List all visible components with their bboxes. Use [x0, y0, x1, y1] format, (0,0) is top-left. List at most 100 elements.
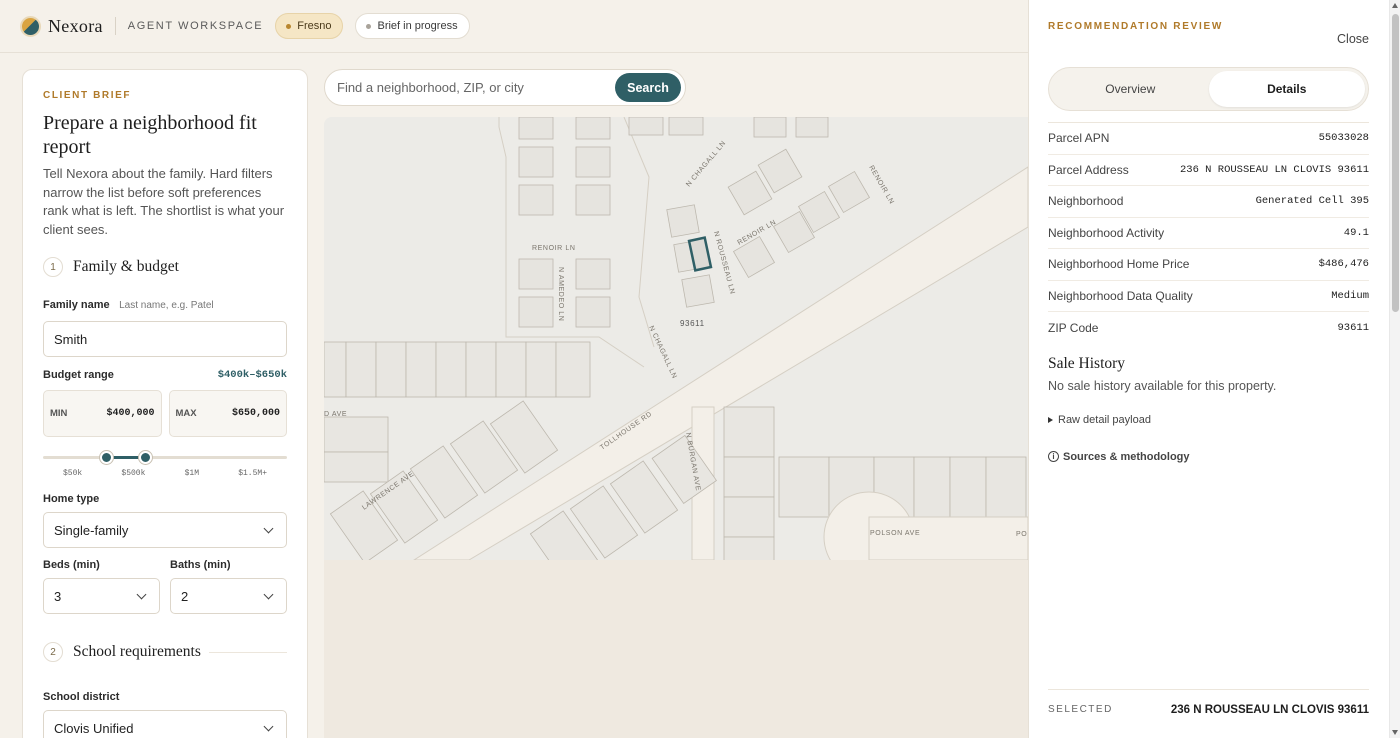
brief-description: Tell Nexora about the family. Hard filte… — [43, 166, 285, 237]
detail-row: ZIP Code 93611 — [1048, 312, 1369, 344]
budget-max-label: MAX — [175, 408, 197, 419]
status-dot-icon — [366, 23, 372, 29]
status-pill-label: Brief in progress — [377, 20, 458, 32]
section-title: School requirements — [73, 643, 201, 660]
page-scrollbar[interactable] — [1389, 0, 1400, 738]
section-title: Family & budget — [73, 258, 179, 275]
workspace-label: AGENT WORKSPACE — [127, 20, 264, 32]
home-type-select[interactable]: Single-family — [43, 512, 287, 548]
details-list: Parcel APN 55033028 Parcel Address 236 N R… — [1048, 122, 1369, 344]
city-dot-icon — [286, 23, 292, 29]
map-street-label: POLSON AVE — [870, 530, 920, 537]
budget-min-field[interactable]: MIN $400,000 — [43, 390, 162, 437]
map-canvas[interactable]: RENOIR LN N AMEDEO LN N ROUSSEAU LN RENO… — [324, 117, 1028, 560]
detail-value: 49.1 — [1343, 226, 1369, 239]
home-type-value: Single-family — [54, 522, 129, 538]
detail-value: Medium — [1331, 289, 1369, 302]
recommendation-review-drawer: RECOMMENDATION REVIEW Close Overview Det… — [1028, 0, 1389, 738]
detail-key: ZIP Code — [1048, 320, 1099, 335]
family-name-label-row: Family name Last name, e.g. Patel — [43, 295, 287, 313]
detail-row: Neighborhood Home Price $486,476 — [1048, 249, 1369, 281]
detail-key: Parcel Address — [1048, 162, 1129, 177]
beds-label: Beds (min) — [43, 559, 100, 571]
beds-value: 3 — [54, 588, 62, 604]
detail-key: Neighborhood Data Quality — [1048, 288, 1193, 303]
detail-value: $486,476 — [1318, 258, 1369, 271]
scrollbar-thumb[interactable] — [1392, 14, 1399, 312]
search-input[interactable]: Find a neighborhood, ZIP, or city — [337, 80, 615, 95]
sale-history-text: No sale history available for this prope… — [1048, 378, 1277, 393]
map-street-label: RENOIR LN — [532, 245, 576, 252]
detail-value: 93611 — [1337, 321, 1369, 334]
budget-minmax: MIN $400,000 MAX $650,000 — [43, 390, 287, 437]
home-type-label: Home type — [43, 493, 100, 505]
sources-link[interactable]: i Sources & methodology — [1048, 451, 1369, 463]
info-icon: i — [1048, 451, 1059, 462]
close-button[interactable]: Close — [1337, 32, 1369, 46]
status-pill: Brief in progress — [355, 13, 470, 39]
scroll-down-icon[interactable] — [1392, 730, 1398, 735]
chevron-down-icon — [136, 589, 147, 599]
drawer-eyebrow: RECOMMENDATION REVIEW — [1048, 21, 1223, 32]
step-number: 2 — [43, 642, 63, 662]
selected-value: 236 N ROUSSEAU LN CLOVIS 93611 — [1170, 703, 1369, 716]
map-street-label: D AVE — [324, 411, 347, 418]
scroll-up-icon[interactable] — [1392, 3, 1398, 8]
search-button[interactable]: Search — [615, 73, 681, 102]
baths-select[interactable]: 2 — [170, 578, 287, 614]
budget-max-field[interactable]: MAX $650,000 — [168, 390, 287, 437]
chevron-down-icon — [263, 721, 274, 731]
brand-name: Nexora — [48, 15, 103, 36]
school-district-select[interactable]: Clovis Unified — [43, 710, 287, 738]
school-district-label: School district — [43, 691, 120, 703]
tab-details[interactable]: Details — [1208, 71, 1365, 107]
detail-key: Parcel APN — [1048, 131, 1110, 146]
map-street-label: N AMEDEO LN — [557, 267, 564, 321]
client-brief-panel: CLIENT BRIEF Prepare a neighborhood fit … — [22, 69, 308, 738]
disclosure-triangle-icon — [1048, 416, 1053, 423]
selected-label: SELECTED — [1048, 704, 1113, 715]
detail-row: Parcel APN 55033028 — [1048, 123, 1369, 155]
detail-row: Parcel Address 236 N ROUSSEAU LN CLOVIS 9… — [1048, 155, 1369, 186]
raw-payload-toggle[interactable]: Raw detail payload — [1048, 414, 1369, 426]
budget-min-value: $400,000 — [106, 408, 155, 419]
detail-row: Neighborhood Activity 49.1 — [1048, 218, 1369, 249]
beds-select[interactable]: 3 — [43, 578, 160, 614]
sources-label: Sources & methodology — [1063, 450, 1190, 463]
detail-value: 236 N ROUSSEAU LN CLOVIS 93611 — [1179, 163, 1369, 176]
budget-label: Budget range — [43, 369, 114, 381]
topbar-divider — [114, 17, 116, 35]
map-zip-label: 93611 — [680, 319, 705, 328]
chevron-down-icon — [263, 589, 274, 599]
section-rule — [208, 651, 287, 653]
family-name-hint: Last name, e.g. Patel — [119, 300, 214, 311]
parcel-map[interactable]: RENOIR LN N AMEDEO LN N ROUSSEAU LN RENO… — [324, 117, 1028, 560]
family-name-input[interactable]: Smith — [43, 321, 287, 357]
baths-label: Baths (min) — [170, 559, 231, 571]
detail-value: Generated Cell 395 — [1255, 195, 1369, 208]
family-name-label: Family name — [43, 299, 110, 311]
slider-min-handle[interactable] — [100, 451, 113, 464]
sale-history-title: Sale History — [1048, 354, 1126, 372]
map-empty-area — [324, 560, 1028, 738]
brief-title: Prepare a neighborhood fit report — [43, 112, 257, 158]
slider-max-handle[interactable] — [139, 451, 152, 464]
budget-row: Budget range $400k–$650k — [43, 369, 287, 381]
tab-overview[interactable]: Overview — [1052, 71, 1209, 107]
section-school-requirements: 2 School requirements — [43, 642, 287, 662]
drawer-tabs: Overview Details — [1048, 67, 1369, 111]
map-street-label: PO — [1016, 531, 1027, 538]
detail-row: Neighborhood Generated Cell 395 — [1048, 186, 1369, 218]
slider-track — [43, 456, 287, 459]
budget-summary: $400k–$650k — [217, 369, 287, 381]
detail-key: Neighborhood — [1048, 194, 1124, 209]
top-bar: Nexora AGENT WORKSPACE Fresno Brief in p… — [0, 0, 1028, 53]
detail-value: 55033028 — [1318, 132, 1369, 145]
drawer-header: RECOMMENDATION REVIEW Close — [1048, 0, 1369, 46]
city-pill[interactable]: Fresno — [275, 13, 344, 39]
detail-row: Neighborhood Data Quality Medium — [1048, 281, 1369, 312]
chevron-down-icon — [263, 523, 274, 533]
baths-col: Baths (min) 2 — [170, 559, 287, 614]
detail-key: Neighborhood Activity — [1048, 225, 1165, 240]
budget-slider[interactable] — [43, 443, 287, 473]
